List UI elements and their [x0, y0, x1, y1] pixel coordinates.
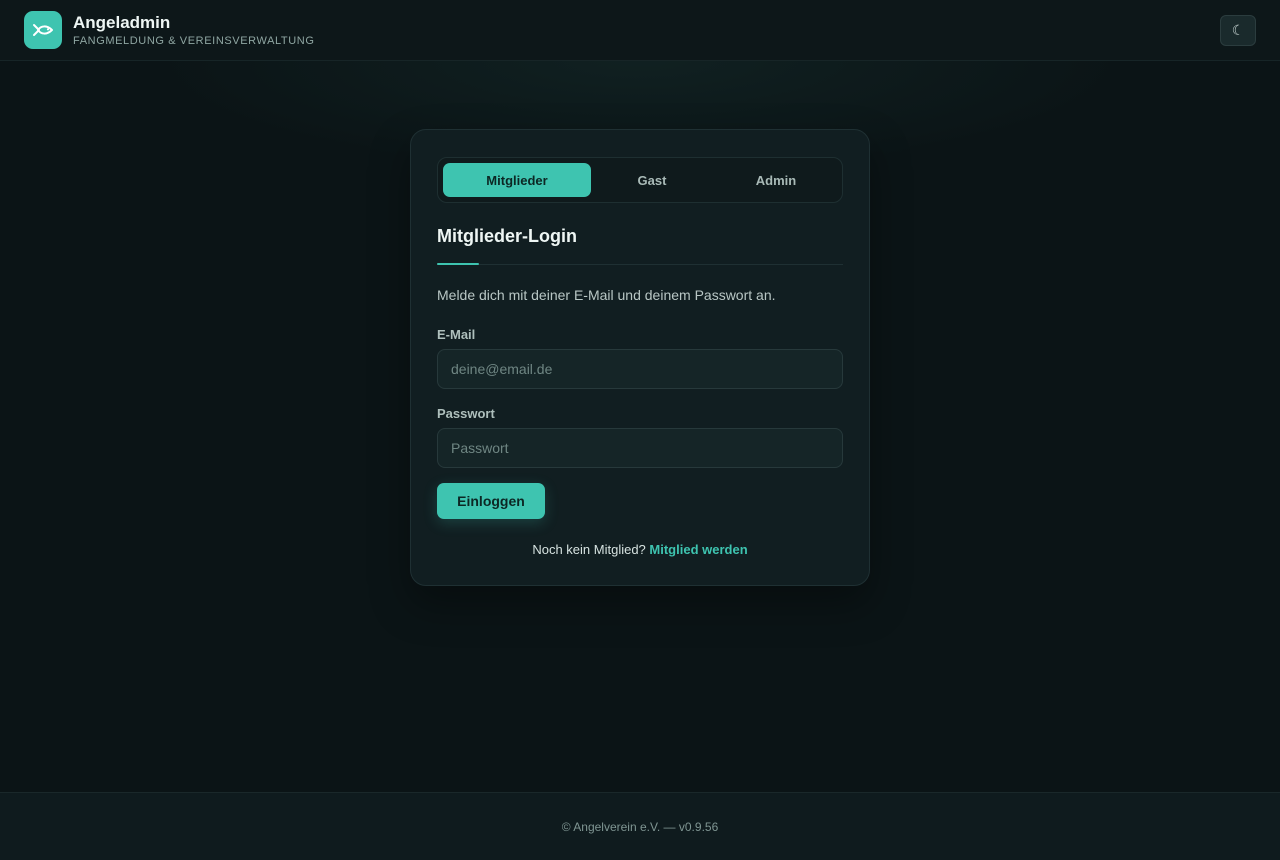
tab-mitglieder[interactable]: Mitglieder [443, 163, 591, 197]
app-subtitle: FANGMELDUNG & VEREINSVERWALTUNG [73, 34, 315, 47]
login-type-tabs: Mitglieder Gast Admin [437, 157, 843, 203]
email-label: E-Mail [437, 327, 476, 342]
password-field[interactable] [437, 428, 843, 468]
password-label: Passwort [437, 406, 495, 421]
app-root: Angeladmin FANGMELDUNG & VEREINSVERWALTU… [0, 0, 1280, 860]
login-intro-text: Melde dich mit deiner E-Mail und deinem … [437, 287, 776, 303]
email-field[interactable] [437, 349, 843, 389]
moon-icon: ☾ [1231, 22, 1245, 38]
brand[interactable]: Angeladmin FANGMELDUNG & VEREINSVERWALTU… [24, 11, 315, 49]
title-divider [437, 264, 843, 265]
fish-icon [24, 11, 62, 49]
brand-text: Angeladmin FANGMELDUNG & VEREINSVERWALTU… [73, 13, 315, 48]
signup-link[interactable]: Mitglied werden [649, 542, 747, 557]
app-title: Angeladmin [73, 12, 171, 32]
theme-toggle-button[interactable]: ☾ [1220, 15, 1256, 46]
footer-copyright: © Angelverein e.V. — v0.9.56 [561, 819, 719, 834]
signup-row: Noch kein Mitglied? Mitglied werden [411, 542, 869, 557]
signup-prompt: Noch kein Mitglied? [532, 542, 650, 557]
title-accent-bar [437, 263, 479, 265]
tab-admin[interactable]: Admin [713, 163, 839, 197]
login-title: Mitglieder-Login [437, 226, 577, 246]
login-button[interactable]: Einloggen [437, 483, 545, 519]
page-footer: © Angelverein e.V. — v0.9.56 [0, 792, 1280, 860]
login-card: Mitglieder Gast Admin Mitglieder-Login M… [410, 129, 870, 586]
top-header: Angeladmin FANGMELDUNG & VEREINSVERWALTU… [0, 0, 1280, 61]
tab-gast[interactable]: Gast [591, 163, 713, 197]
